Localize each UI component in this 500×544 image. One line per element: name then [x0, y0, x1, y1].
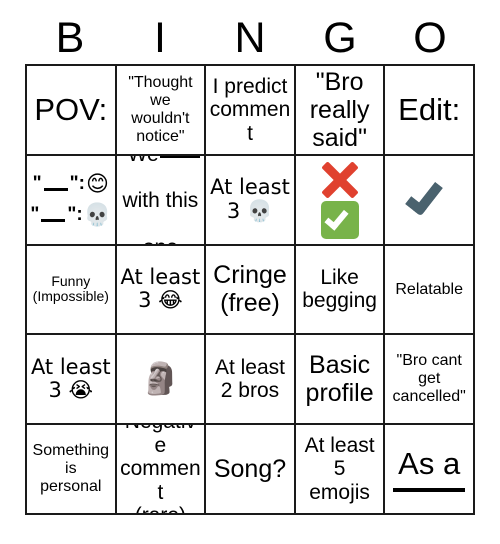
bingo-cell-text: "We with this one 🗣"	[120, 155, 202, 244]
quote-blank-line-1: " ": 😊	[33, 172, 109, 197]
bingo-cell-text: Edit:	[398, 91, 461, 127]
closing-quote-colon: ":	[67, 204, 83, 226]
bingo-cell-text: At least 2 bros	[214, 355, 286, 403]
bingo-header-letter-n: N	[234, 13, 266, 62]
bingo-cell-r1c1[interactable]: POV:	[27, 66, 117, 156]
skull-emoji: 💀	[83, 202, 112, 228]
bingo-cell-text: At least 3 😂	[120, 264, 201, 313]
bingo-cell-text: "Bro really said"	[309, 67, 370, 152]
bingo-header-letter-o: O	[413, 13, 447, 62]
heavy-check-mark-icon	[401, 174, 457, 226]
green-check-box-icon	[320, 201, 359, 240]
bingo-cell-r2c5[interactable]	[385, 155, 475, 246]
bingo-cell-r4c3[interactable]: At least 2 bros	[206, 335, 296, 426]
quote-blank-line-2: " ": 💀	[30, 203, 111, 228]
bingo-cell-r3c2[interactable]: At least 3 😂	[116, 245, 207, 336]
bingo-cell-r1c4[interactable]: "Bro really said"	[295, 66, 386, 156]
bingo-cell-text: Basic profile	[305, 351, 374, 408]
bingo-cell-text: I predict comment	[209, 74, 291, 145]
one-text: one	[143, 236, 178, 243]
bingo-cell-text: "Thought we wouldn't notice"	[128, 74, 193, 145]
bingo-cell-text: "Bro cant get cancelled"	[392, 352, 466, 406]
bingo-cell-text: As a	[393, 446, 466, 493]
bingo-header-letter-b: B	[55, 13, 85, 62]
opening-quote: "	[32, 173, 42, 195]
bingo-cell-text: At least 3 💀	[210, 175, 290, 223]
with-this-text: with this	[122, 189, 199, 213]
bingo-cell-text: POV:	[34, 91, 108, 127]
bingo-grid: POV: "Thought we wouldn't notice" I pred…	[25, 64, 475, 515]
bingo-cell-r4c5[interactable]: "Bro cant get cancelled"	[385, 335, 475, 426]
blank-underscore	[43, 177, 68, 192]
bingo-cell-r4c1[interactable]: At least 3 😭	[27, 335, 117, 426]
bingo-cell-r5c1[interactable]: Something is personal	[27, 425, 117, 515]
as-a-text: As a	[398, 446, 461, 482]
bingo-cell-r5c4[interactable]: At least 5 emojis	[295, 425, 386, 515]
bingo-cell-r3c1[interactable]: Funny (Impossible)	[27, 245, 117, 336]
closing-quote-colon: ":	[69, 173, 85, 195]
bingo-cell-text: Like begging	[302, 265, 377, 313]
bingo-cell-r2c1[interactable]: " ": 😊 " ": 💀	[27, 155, 117, 246]
bingo-cell-text: Something is personal	[32, 442, 110, 496]
bingo-cell-r5c3[interactable]: Song?	[206, 425, 296, 515]
bingo-cell-text: Funny (Impossible)	[32, 272, 109, 305]
cross-and-check-icons	[320, 160, 360, 240]
moai-emoji: 🗿	[141, 360, 180, 397]
bingo-cell-r1c2[interactable]: "Thought we wouldn't notice"	[116, 66, 207, 156]
bingo-cell-r1c3[interactable]: I predict comment	[206, 66, 296, 156]
bingo-cell-r3c4[interactable]: Like begging	[295, 245, 386, 336]
blank-underscore	[159, 155, 200, 159]
bingo-header-letter-i: I	[154, 13, 166, 62]
cross-mark-icon	[320, 160, 360, 200]
we-text: "We	[120, 156, 159, 165]
bingo-cell-r4c2[interactable]: 🗿	[116, 335, 207, 426]
smiling-face-emoji: 😊	[86, 171, 109, 197]
bingo-header-row: B I N G O	[25, 12, 475, 64]
bingo-header-letter-g: G	[323, 13, 357, 62]
blank-underscore	[41, 208, 66, 223]
bingo-cell-text: Song?	[213, 455, 287, 484]
bingo-cell-r3c5[interactable]: Relatable	[385, 245, 475, 336]
bingo-cell-r5c5[interactable]: As a	[385, 425, 475, 515]
bingo-cell-text: Negative comment (rare)	[120, 425, 201, 513]
bingo-cell-r1c5[interactable]: Edit:	[385, 66, 475, 156]
bingo-cell-text: Relatable	[395, 280, 463, 298]
bingo-cell-text: Cringe (free)	[213, 261, 287, 318]
bingo-cell-text: " ": 😊 " ": 💀	[30, 172, 111, 228]
blank-underscore	[393, 484, 466, 493]
bingo-cell-text: At least 5 emojis	[304, 433, 375, 504]
bingo-cell-r4c4[interactable]: Basic profile	[295, 335, 386, 426]
bingo-cell-r5c2[interactable]: Negative comment (rare)	[116, 425, 207, 515]
bingo-cell-r3c3[interactable]: Cringe (free)	[206, 245, 296, 336]
opening-quote: "	[30, 204, 40, 226]
bingo-cell-r2c3[interactable]: At least 3 💀	[206, 155, 296, 246]
bingo-card: B I N G O POV: "Thought we wouldn't noti…	[0, 0, 500, 544]
bingo-cell-r2c4[interactable]	[295, 155, 386, 246]
bingo-cell-r2c2[interactable]: "We with this one 🗣"	[116, 155, 207, 246]
bingo-cell-text: At least 3 😭	[30, 354, 111, 403]
